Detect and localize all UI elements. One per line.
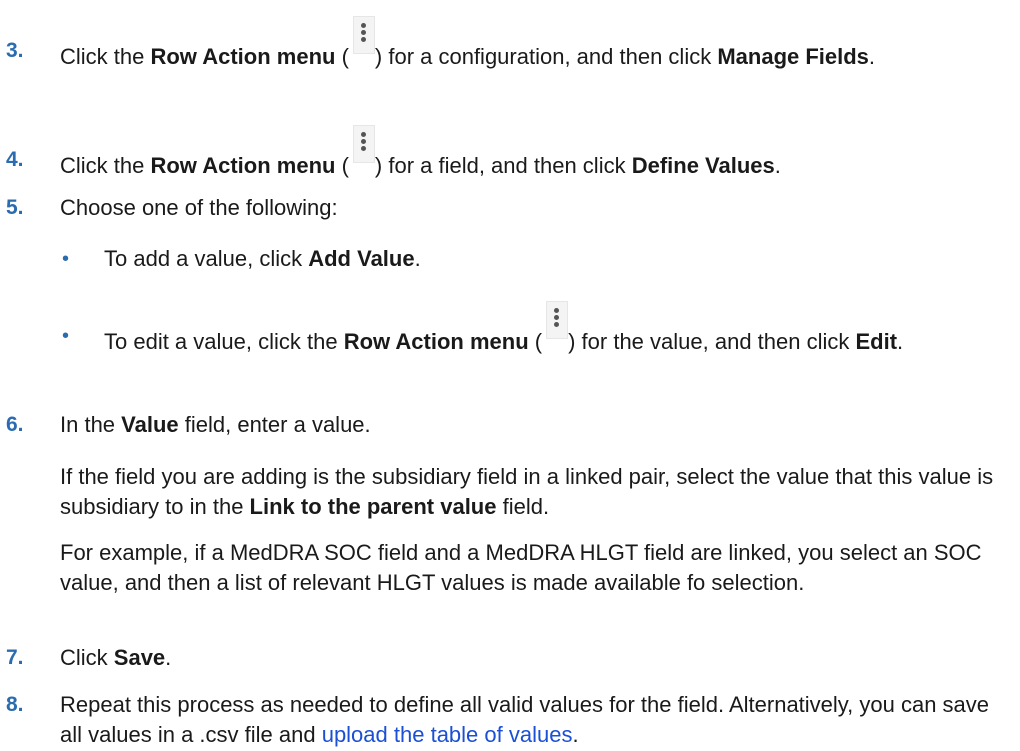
step-6-paragraph-example: For example, if a MedDRA SOC field and a…: [60, 540, 982, 595]
bullet-dot: •: [62, 325, 70, 347]
kebab-vertical-icon: [540, 301, 570, 351]
add-value-label: Add Value: [308, 246, 415, 271]
step-number: 4.: [6, 148, 24, 171]
step-3-text: Click the Row Action menu () for a confi…: [60, 16, 1016, 72]
value-label: Value: [121, 412, 179, 437]
step-number: 5.: [6, 196, 24, 219]
link-to-parent-value-label: Link to the parent value: [249, 494, 497, 519]
step-7-text: Click Save.: [60, 645, 172, 670]
instructions-page: 3. Click the Row Action menu () for a co…: [0, 0, 1020, 751]
step-number: 7.: [6, 646, 24, 669]
define-values-label: Define Values: [631, 153, 775, 178]
kebab-vertical-icon: [347, 16, 377, 66]
row-action-menu-label: Row Action menu: [150, 44, 336, 69]
step-number: 8.: [6, 693, 24, 716]
upload-table-of-values-link[interactable]: upload the table of values: [322, 722, 573, 747]
step-number: 6.: [6, 413, 24, 436]
save-label: Save: [113, 645, 166, 670]
manage-fields-label: Manage Fields: [717, 44, 869, 69]
bullet-dot: •: [62, 248, 70, 270]
row-action-menu-label: Row Action menu: [150, 153, 336, 178]
edit-label: Edit: [855, 329, 898, 354]
step-4-text: Click the Row Action menu () for a field…: [60, 125, 1016, 181]
step-8-text: Repeat this process as needed to define …: [60, 692, 990, 747]
step-5-text: Choose one of the following:: [60, 195, 338, 220]
row-action-menu-label: Row Action menu: [343, 329, 529, 354]
step-6-paragraph-link: If the field you are adding is the subsi…: [60, 464, 994, 519]
kebab-vertical-icon: [347, 125, 377, 175]
step-number: 3.: [6, 39, 24, 62]
step-6-text: In the Value field, enter a value.: [60, 412, 371, 437]
